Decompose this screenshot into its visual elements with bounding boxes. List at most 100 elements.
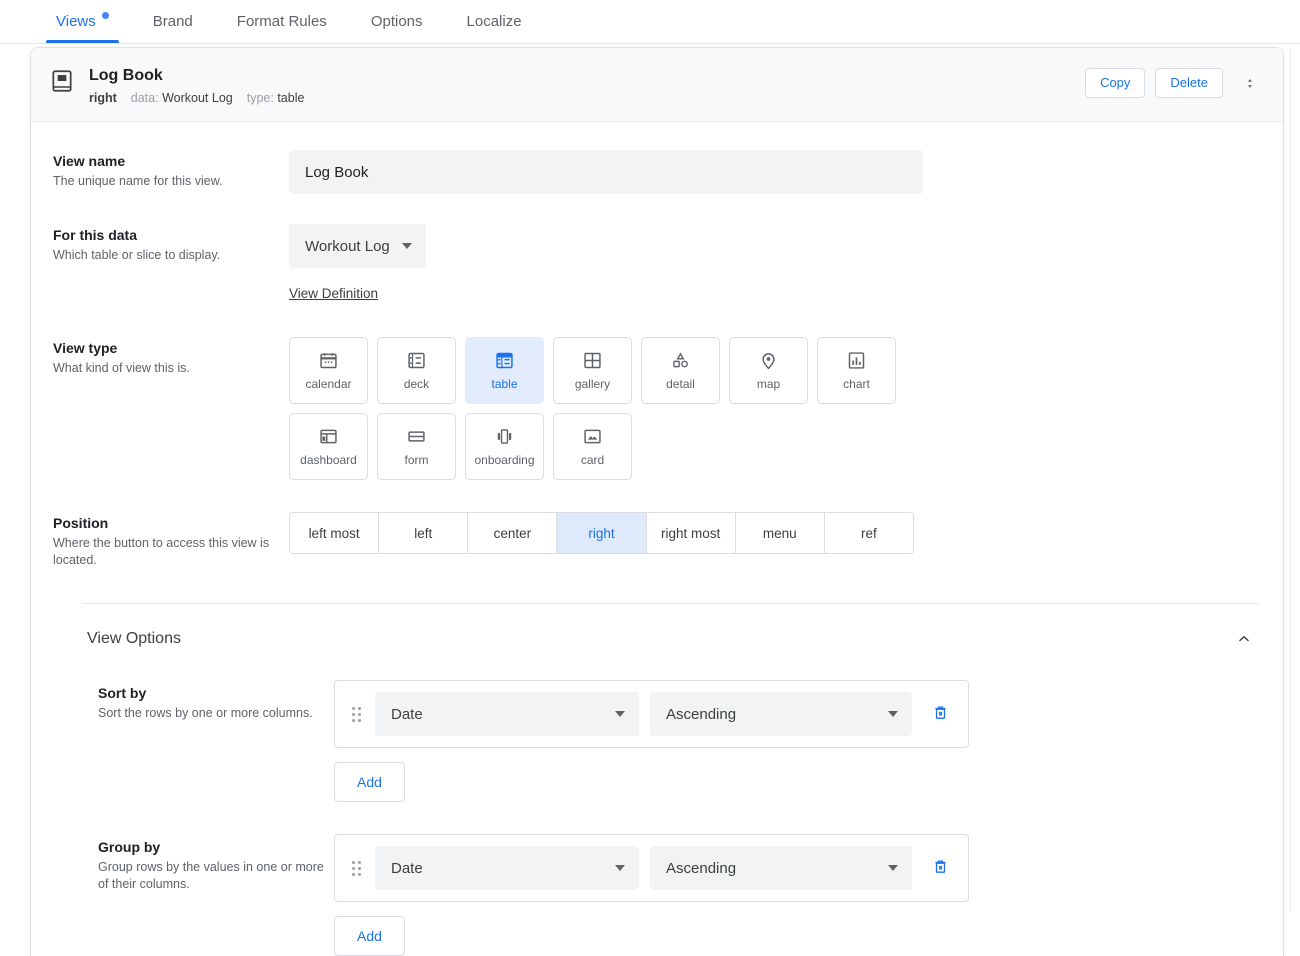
group-rule-delete-button[interactable]: [925, 853, 956, 883]
field-position: Position Where the button to access this…: [31, 512, 1283, 569]
tile-label: calendar: [305, 378, 351, 391]
tab-format-rules[interactable]: Format Rules: [215, 0, 349, 43]
sort-column-select[interactable]: Date: [375, 692, 639, 736]
tab-options[interactable]: Options: [349, 0, 445, 43]
meta-position: right: [89, 90, 117, 106]
sort-direction-value: Ascending: [666, 706, 736, 723]
position-option-left[interactable]: left: [379, 513, 468, 553]
top-tab-bar: Views Brand Format Rules Options Localiz…: [0, 0, 1300, 44]
view-name-input[interactable]: [289, 150, 923, 194]
group-by-field-wrap: Date Ascending: [334, 834, 1259, 956]
field-sort-by: Sort by Sort the rows by one or more col…: [31, 652, 1283, 802]
view-type-tile-gallery[interactable]: gallery: [553, 337, 632, 404]
tab-badge-dot-icon: [102, 12, 109, 19]
view-header-meta: right data: Workout Log type: table: [89, 90, 1085, 106]
position-option-right[interactable]: right: [557, 513, 646, 553]
for-this-data-desc: Which table or slice to display.: [53, 247, 289, 264]
view-type-tile-form[interactable]: form: [377, 413, 456, 480]
view-options-header: View Options: [31, 604, 1283, 652]
chevron-up-icon[interactable]: [1231, 626, 1257, 652]
book-icon: [49, 68, 75, 94]
view-type-tile-table[interactable]: table: [465, 337, 544, 404]
field-for-this-data: For this data Which table or slice to di…: [31, 224, 1283, 303]
view-type-tile-onboarding[interactable]: onboarding: [465, 413, 544, 480]
chevron-down-icon: [888, 865, 898, 871]
drag-handle-icon[interactable]: [352, 707, 361, 722]
deck-icon: [406, 350, 427, 371]
tab-brand[interactable]: Brand: [131, 0, 215, 43]
view-type-tile-calendar[interactable]: calendar: [289, 337, 368, 404]
copy-button[interactable]: Copy: [1085, 68, 1145, 98]
view-card-header: Log Book right data: Workout Log type: t…: [31, 48, 1283, 122]
position-option-left-most[interactable]: left most: [290, 513, 379, 553]
card-icon: [582, 426, 603, 447]
tile-label: onboarding: [474, 454, 534, 467]
dashboard-icon: [318, 426, 339, 447]
view-editor-card: Log Book right data: Workout Log type: t…: [30, 47, 1284, 956]
delete-button[interactable]: Delete: [1155, 68, 1223, 98]
tile-label: dashboard: [300, 454, 357, 467]
position-option-ref[interactable]: ref: [825, 513, 913, 553]
detail-icon: [670, 350, 691, 371]
meta-data-value: Workout Log: [162, 91, 233, 105]
tile-label: chart: [843, 378, 870, 391]
view-name-label: View name: [53, 152, 289, 170]
view-type-tile-card[interactable]: card: [553, 413, 632, 480]
tile-label: card: [581, 454, 604, 467]
field-view-name: View name The unique name for this view.: [31, 150, 1283, 194]
group-rule-row: Date Ascending: [334, 834, 969, 902]
view-definition-link[interactable]: View Definition: [289, 286, 378, 301]
drag-handle-icon[interactable]: [352, 861, 361, 876]
for-this-data-label: For this data: [53, 226, 289, 244]
field-view-type: View type What kind of view this is.: [31, 337, 1283, 480]
view-type-tile-map[interactable]: map: [729, 337, 808, 404]
group-add-button[interactable]: Add: [334, 916, 405, 956]
position-segmented-control: left most left center right right most m…: [289, 512, 914, 554]
view-name-desc: The unique name for this view.: [53, 173, 289, 190]
unfold-more-icon[interactable]: [1237, 68, 1263, 98]
tab-label: Brand: [153, 13, 193, 30]
group-direction-select[interactable]: Ascending: [650, 846, 912, 890]
gallery-icon: [582, 350, 603, 371]
chart-icon: [846, 350, 867, 371]
data-source-select[interactable]: Workout Log: [289, 224, 426, 268]
sort-add-button[interactable]: Add: [334, 762, 405, 802]
sort-by-label-group: Sort by Sort the rows by one or more col…: [98, 680, 334, 722]
page-scrollbar[interactable]: [1290, 47, 1300, 912]
tab-label: Options: [371, 13, 423, 30]
view-type-tile-detail[interactable]: detail: [641, 337, 720, 404]
view-name-field-wrap: [289, 150, 1259, 194]
sort-by-label: Sort by: [98, 684, 334, 702]
meta-type: type: table: [247, 90, 305, 106]
view-type-tile-chart[interactable]: chart: [817, 337, 896, 404]
sort-by-field-wrap: Date Ascending: [334, 680, 1259, 802]
tile-label: detail: [666, 378, 695, 391]
view-header-actions: Copy Delete: [1085, 68, 1263, 98]
view-type-tile-grid: calendar deck: [289, 337, 911, 480]
group-column-value: Date: [391, 860, 423, 877]
position-desc: Where the button to access this view is …: [53, 535, 289, 569]
trash-icon: [931, 703, 950, 725]
chevron-down-icon: [888, 711, 898, 717]
view-type-tile-dashboard[interactable]: dashboard: [289, 413, 368, 480]
group-column-select[interactable]: Date: [375, 846, 639, 890]
view-type-desc: What kind of view this is.: [53, 360, 289, 377]
position-option-center[interactable]: center: [468, 513, 557, 553]
tile-label: map: [757, 378, 780, 391]
sort-rule-delete-button[interactable]: [925, 699, 956, 729]
data-source-value: Workout Log: [305, 238, 390, 255]
view-type-tile-deck[interactable]: deck: [377, 337, 456, 404]
tile-label: form: [405, 454, 429, 467]
tab-localize[interactable]: Localize: [445, 0, 544, 43]
group-by-desc: Group rows by the values in one or more …: [98, 859, 334, 893]
chevron-down-icon: [615, 865, 625, 871]
position-option-menu[interactable]: menu: [736, 513, 825, 553]
position-label: Position: [53, 514, 289, 532]
group-by-label-group: Group by Group rows by the values in one…: [98, 834, 334, 893]
position-option-right-most[interactable]: right most: [647, 513, 736, 553]
tab-views[interactable]: Views: [34, 0, 131, 43]
meta-type-value: table: [277, 91, 304, 105]
sort-column-value: Date: [391, 706, 423, 723]
map-pin-icon: [758, 350, 779, 371]
sort-direction-select[interactable]: Ascending: [650, 692, 912, 736]
